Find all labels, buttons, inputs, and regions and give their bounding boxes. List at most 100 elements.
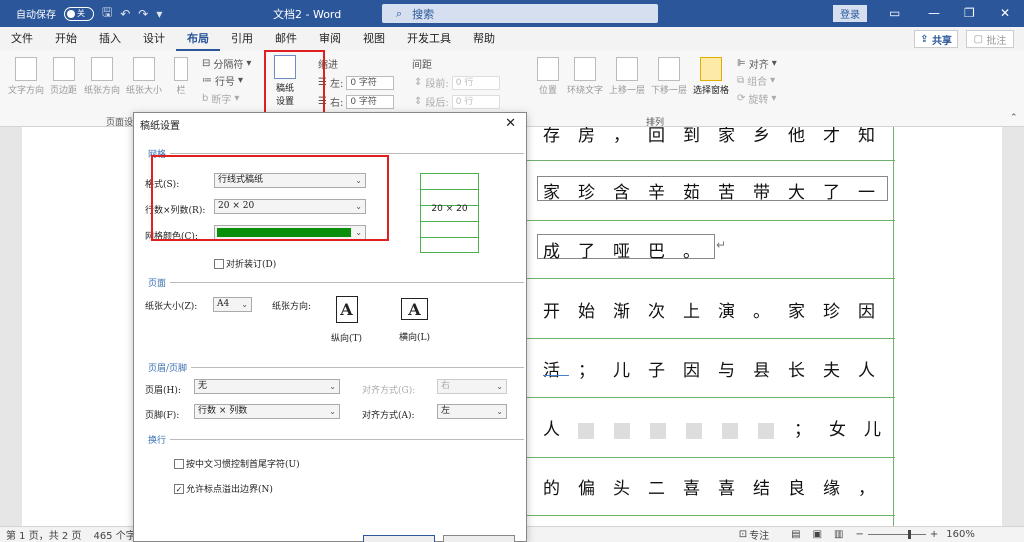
zoom-slider[interactable] (867, 530, 926, 539)
rotate-button[interactable]: ⟳ 旋转 ▾ (737, 91, 776, 106)
grid-line (525, 338, 895, 339)
dialog-close-button[interactable]: ✕ (505, 116, 516, 131)
chevron-down-icon: ▾ (234, 93, 240, 104)
read-mode-icon[interactable]: ▤ (791, 529, 800, 540)
share-icon: ⇪ (920, 33, 929, 45)
breaks-button[interactable]: ⊟ 分隔符 ▾ (202, 56, 251, 71)
manuscript-settings-dialog: 稿纸设置 ✕ 网格 格式(S): 行线式稿纸 ⌄ 行数×列数(R): 20 × 2… (133, 112, 527, 542)
comment-label: 批注 (986, 35, 1007, 47)
search-box[interactable]: ⌕ 搜索 (382, 4, 658, 23)
save-icon[interactable]: 🖫 (102, 3, 112, 24)
document-line-6-text: 人 (543, 420, 578, 440)
text-direction-button[interactable]: 文字方向 (8, 57, 44, 96)
zoom-slider-thumb[interactable] (907, 530, 911, 539)
share-button[interactable]: ⇪ 共享 (914, 30, 958, 48)
word-count[interactable]: 465 个字 (93, 527, 135, 542)
indent-left-input[interactable]: 0 字符 (346, 75, 395, 90)
header-select[interactable]: 无 ⌄ (194, 379, 340, 394)
focus-icon[interactable]: ⊡ (739, 529, 747, 540)
chinese-rules-checkbox[interactable]: 按中文习惯控制首尾字符(U) (174, 457, 300, 470)
cancel-button[interactable] (443, 535, 515, 542)
selection-pane-icon (700, 57, 722, 81)
ok-button[interactable] (363, 535, 435, 542)
page-count[interactable]: 第 1 页，共 2 页 (6, 527, 81, 542)
section-page-label: 页面 (148, 279, 167, 289)
menu-item-9[interactable]: 开发工具 (396, 27, 462, 51)
web-layout-icon[interactable]: ▥ (834, 529, 843, 540)
search-icon: ⌕ (396, 6, 403, 20)
line-numbers-button[interactable]: ≔ 行号 ▾ (202, 73, 243, 88)
wrap-text-label: 环绕文字 (567, 86, 604, 96)
fold-binding-box[interactable] (214, 258, 224, 269)
document-line-5: 活；儿子因与县长夫人 (543, 361, 893, 381)
space-before-input[interactable]: 0 行 (451, 75, 500, 90)
landscape-label: 横向(L) (399, 333, 430, 343)
document-line-6: 人 ；女儿 (543, 415, 899, 440)
menu-item-5[interactable]: 引用 (220, 27, 264, 51)
menu-item-7[interactable]: 审阅 (308, 27, 352, 51)
menu-item-4[interactable]: 布局 (176, 27, 220, 51)
landscape-page-icon: A (401, 298, 428, 320)
zoom-level[interactable]: 160% (946, 529, 975, 540)
space-after-input[interactable]: 0 行 (451, 94, 500, 109)
hyphenation-button[interactable]: b 断字 ▾ (202, 91, 239, 106)
send-backward-button[interactable]: 下移一层 (651, 57, 687, 96)
autosave-toggle[interactable]: 关 (64, 6, 94, 21)
footer-select[interactable]: 行数 × 列数 ⌄ (194, 404, 340, 419)
indent-left-label: 左: (329, 79, 344, 90)
chevron-down-icon: ▾ (771, 93, 777, 104)
focus-label[interactable]: 专注 (749, 527, 769, 542)
space-before: ⇕ 段前: 0 行 (414, 75, 500, 90)
menu-item-1[interactable]: 开始 (44, 27, 88, 51)
paper-size-select[interactable]: A4 ⌄ (213, 297, 252, 312)
chevron-down-icon: ▾ (246, 58, 252, 69)
login-button[interactable]: 登录 (833, 5, 867, 22)
footer-align-select[interactable]: 左 ⌄ (437, 404, 507, 419)
zoom-in-icon[interactable]: + (930, 529, 938, 540)
customize-quick-access-icon[interactable]: ▾ (156, 7, 162, 21)
fold-binding-checkbox[interactable]: 对折装订(D) (214, 257, 276, 270)
minimize-button[interactable]: — (928, 6, 940, 20)
orientation-button[interactable]: 纸张方向 (84, 57, 120, 96)
indent-right-label: 右: (329, 98, 344, 109)
columns-button[interactable]: 栏 (174, 57, 188, 96)
header-align-select[interactable]: 右 ⌄ (437, 379, 507, 394)
space-before-icon: ⇕ (414, 77, 423, 88)
size-button[interactable]: 纸张大小 (126, 57, 162, 96)
close-button[interactable]: ✕ (1000, 6, 1010, 20)
selection-pane-button[interactable]: 选择窗格 (693, 57, 729, 96)
margins-button[interactable]: 页边距 (50, 57, 77, 96)
redo-icon[interactable]: ↷ (138, 7, 148, 21)
align-button[interactable]: ⊫ 对齐 ▾ (737, 56, 777, 71)
landscape-option[interactable]: A 横向(L) (399, 298, 430, 343)
portrait-option[interactable]: A 纵向(T) (331, 296, 362, 344)
section-page: 页面 (148, 276, 524, 289)
footer-value: 行数 × 列数 (198, 406, 248, 416)
punctuation-overflow-box[interactable]: ✓ (174, 483, 184, 494)
collapse-ribbon-icon[interactable]: ⌃ (1010, 113, 1018, 123)
group-button[interactable]: ⧉ 组合 ▾ (737, 73, 775, 88)
undo-icon[interactable]: ↶ (120, 7, 130, 21)
bring-forward-button[interactable]: 上移一层 (609, 57, 645, 96)
wrap-text-button[interactable]: 环绕文字 (567, 57, 603, 96)
fold-binding-label: 对折装订(D) (226, 260, 277, 270)
menu-item-3[interactable]: 设计 (132, 27, 176, 51)
punctuation-overflow-checkbox[interactable]: ✓ 允许标点溢出边界(N) (174, 482, 273, 495)
indent-right-input[interactable]: 0 字符 (346, 94, 395, 109)
ribbon-display-icon[interactable]: ▭ (889, 6, 900, 20)
print-layout-icon[interactable]: ▣ (813, 529, 822, 540)
menu-item-2[interactable]: 插入 (88, 27, 132, 51)
menu-item-0[interactable]: 文件 (0, 27, 44, 51)
bring-forward-label: 上移一层 (609, 86, 646, 96)
menu-item-6[interactable]: 邮件 (264, 27, 308, 51)
document-title: 文档2 - Word (273, 8, 342, 21)
menu-item-8[interactable]: 视图 (352, 27, 396, 51)
comment-button[interactable]: ▢ 批注 (966, 30, 1014, 48)
redacted-block (758, 422, 774, 439)
position-button[interactable]: 位置 (537, 57, 559, 96)
menu-item-10[interactable]: 帮助 (462, 27, 506, 51)
chinese-rules-box[interactable] (174, 458, 184, 469)
zoom-out-icon[interactable]: − (855, 529, 863, 540)
size-icon (133, 57, 155, 81)
restore-button[interactable]: ❐ (964, 6, 975, 20)
